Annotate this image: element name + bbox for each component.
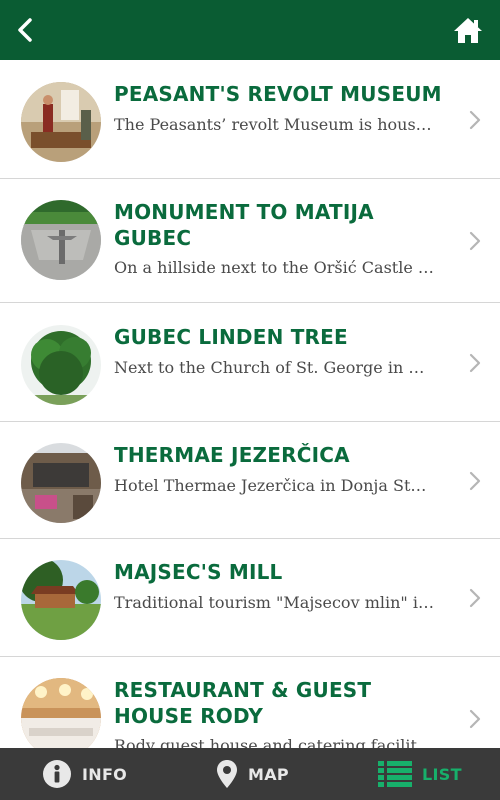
item-title: GUBEC LINDEN TREE [114,325,348,349]
chevron-right-icon [469,471,481,491]
tab-label: INFO [82,764,128,784]
tab-map[interactable]: MAP [216,748,289,800]
item-title: RESTAURANT & GUEST HOUSE RODY [114,678,372,728]
thumbnail-image [21,560,101,640]
tab-list[interactable]: LIST [378,748,462,800]
tab-info[interactable]: INFO [42,748,127,800]
item-title: MONUMENT TO MATIJA GUBEC [114,200,374,250]
item-description: Traditional tourism "Majsecov mlin" is..… [114,593,434,612]
thumbnail-image [21,443,101,523]
item-description: On a hillside next to the Oršić Castle i… [114,258,434,277]
item-description: Rody guest house and catering facility..… [114,736,434,748]
list-item[interactable]: THERMAE JEZERČICA Hotel Thermae Jezerčic… [0,422,500,539]
list-item[interactable]: GUBEC LINDEN TREE Next to the Church of … [0,303,500,422]
chevron-left-icon [18,18,32,42]
chevron-right-icon [469,588,481,608]
thumbnail-image [21,325,101,405]
chevron-right-icon [469,231,481,251]
chevron-right-icon [469,709,481,729]
list-item[interactable]: RESTAURANT & GUEST HOUSE RODY Rody guest… [0,657,500,748]
list-item[interactable]: MAJSEC'S MILL Traditional tourism "Majse… [0,539,500,657]
item-title: PEASANT'S REVOLT MUSEUM [114,82,442,106]
list-item[interactable]: MONUMENT TO MATIJA GUBEC On a hillside n… [0,179,500,303]
list-item[interactable]: PEASANT'S REVOLT MUSEUM The Peasants’ re… [0,60,500,179]
tab-label: LIST [422,764,462,784]
item-description: The Peasants’ revolt Museum is house... [114,115,434,134]
bottom-tab-bar: INFO MAP LIST [0,748,500,800]
home-button[interactable] [450,12,486,48]
item-description: Hotel Thermae Jezerčica in Donja Stu... [114,476,434,495]
info-icon [43,760,71,788]
home-icon [454,18,482,43]
top-app-bar [0,0,500,60]
chevron-right-icon [469,353,481,373]
item-title: MAJSEC'S MILL [114,560,283,584]
attractions-list: PEASANT'S REVOLT MUSEUM The Peasants’ re… [0,60,500,748]
list-icon [378,761,412,787]
chevron-right-icon [469,110,481,130]
thumbnail-image [21,678,101,748]
thumbnail-image [21,82,101,162]
item-title: THERMAE JEZERČICA [114,443,350,467]
item-description: Next to the Church of St. George in G... [114,358,434,377]
thumbnail-image [21,200,101,280]
tab-label: MAP [248,764,289,784]
map-pin-icon [217,760,237,788]
back-button[interactable] [8,10,42,50]
